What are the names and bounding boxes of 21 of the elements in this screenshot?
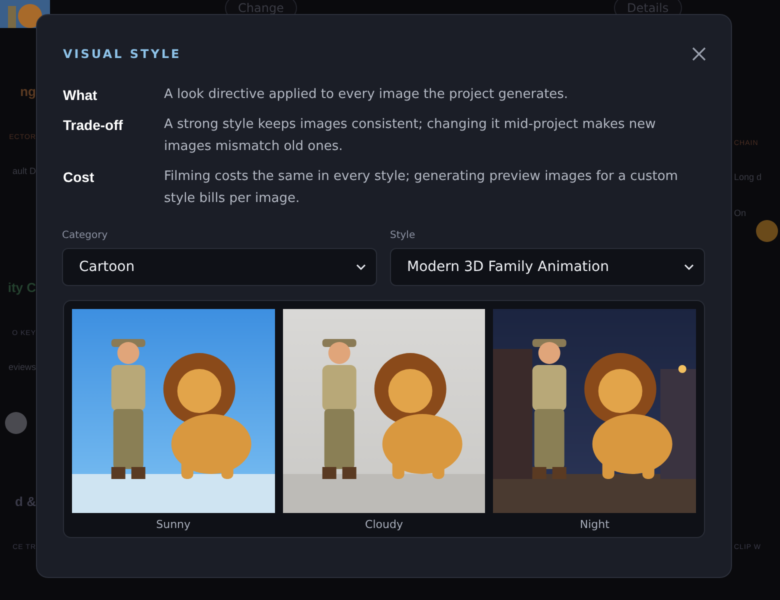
section-heading: ng bbox=[20, 83, 36, 101]
image-caption: Cloudy bbox=[365, 518, 403, 531]
toggle-switch[interactable] bbox=[5, 412, 27, 434]
fact-term: What bbox=[63, 87, 98, 105]
toggle-switch[interactable] bbox=[756, 220, 778, 242]
fact-term: Cost bbox=[63, 169, 96, 187]
chevron-down-icon bbox=[356, 264, 366, 270]
fact-description: Filming costs the same in every style; generating preview images for a custom style bills per image. bbox=[164, 168, 679, 208]
fact-description: A strong style keeps images consistent; changing it mid-project makes new images mismatch old ones. bbox=[164, 116, 657, 156]
field-label: Style bbox=[390, 230, 416, 241]
dropdown[interactable]: Cartoon bbox=[62, 248, 377, 286]
image-caption: Sunny bbox=[156, 518, 191, 531]
close-icon[interactable] bbox=[691, 46, 707, 62]
fact-term: Trade-off bbox=[63, 117, 124, 135]
field-label: Category bbox=[62, 230, 109, 241]
image-caption: Night bbox=[580, 518, 610, 531]
chevron-down-icon bbox=[684, 264, 694, 270]
section-heading: d & bbox=[15, 493, 36, 511]
dropdown[interactable]: Modern 3D Family Animation bbox=[390, 248, 705, 286]
dialog-title: VISUAL STYLE bbox=[63, 47, 182, 61]
fact-description: A look directive applied to every image the project generates. bbox=[164, 86, 570, 104]
